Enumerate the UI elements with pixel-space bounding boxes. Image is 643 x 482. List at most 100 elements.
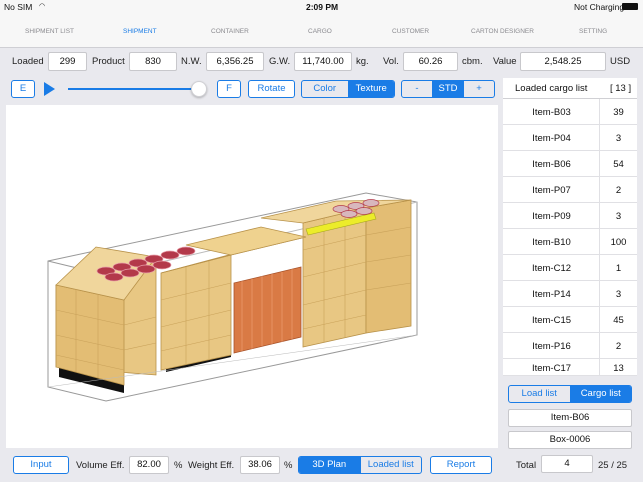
- loaded-field: 299: [48, 52, 87, 71]
- tab-setting[interactable]: SETTING: [579, 28, 607, 35]
- f-button[interactable]: F: [217, 80, 241, 98]
- total-field: 4: [541, 455, 593, 473]
- page-indicator: 25 / 25: [598, 460, 628, 471]
- play-icon[interactable]: [44, 82, 55, 96]
- cargo-qty: 45: [613, 315, 624, 326]
- input-button[interactable]: Input: [13, 456, 69, 474]
- tab-carton-designer[interactable]: CARTON DESIGNER: [471, 28, 534, 35]
- cargo-row[interactable]: Item-P07 2: [503, 177, 637, 203]
- status-bar: No SIM ◠ 2:09 PM Not Charging: [0, 0, 643, 14]
- cargo-name: Item-C17: [531, 363, 572, 374]
- color-texture-toggle: Color Texture: [301, 80, 395, 98]
- cargo-qty: 13: [613, 363, 624, 374]
- gw-field: 11,740.00: [294, 52, 352, 71]
- cargo-panel-title: Loaded cargo list: [515, 83, 588, 94]
- carrier: No SIM: [4, 2, 33, 12]
- zoom-control: - STD +: [401, 80, 495, 98]
- value-label: Value: [493, 56, 517, 67]
- cargo-qty: 39: [613, 107, 624, 118]
- cargo-name: Item-P04: [532, 133, 571, 144]
- cargo-list-option[interactable]: Cargo list: [569, 386, 631, 402]
- clock: 2:09 PM: [306, 2, 339, 12]
- top-tab-bar: SHIPMENT LIST SHIPMENT CONTAINER CARGO C…: [0, 14, 643, 48]
- battery-status: Not Charging: [574, 2, 625, 12]
- cargo-row[interactable]: Item-P14 3: [503, 281, 637, 307]
- cargo-name: Item-P09: [532, 211, 571, 222]
- container-3d-view[interactable]: [6, 105, 498, 448]
- list-toggle: Load list Cargo list: [508, 385, 632, 403]
- weight-eff-field: 38.06: [240, 456, 280, 474]
- cargo-name: Item-P07: [532, 185, 571, 196]
- load-list-option[interactable]: Load list: [509, 386, 570, 402]
- rotate-button[interactable]: Rotate: [248, 80, 295, 98]
- cargo-qty: 2: [615, 185, 622, 196]
- tab-cargo[interactable]: CARGO: [308, 28, 332, 35]
- value-field: 2,548.25: [520, 52, 606, 71]
- cargo-name: Item-B06: [532, 159, 571, 170]
- texture-option[interactable]: Texture: [347, 81, 394, 97]
- wifi-icon: ◠: [39, 3, 46, 10]
- cargo-row[interactable]: Item-C12 1: [503, 255, 637, 281]
- total-label: Total: [516, 460, 537, 471]
- cargo-name: Item-B10: [532, 237, 571, 248]
- cargo-row[interactable]: Item-B03 39: [503, 99, 637, 125]
- cargo-row[interactable]: Item-P16 2: [503, 333, 637, 359]
- slider-knob[interactable]: [191, 81, 207, 97]
- loaded-cargo-panel: Loaded cargo list [ 13 ] Item-B03 39 Item…: [503, 78, 637, 376]
- std-button[interactable]: STD: [432, 81, 463, 97]
- cargo-name: Item-B03: [532, 107, 571, 118]
- cargo-panel-header: Loaded cargo list [ 13 ]: [503, 78, 637, 99]
- product-label: Product: [92, 56, 125, 67]
- vol-field: 60.26: [403, 52, 458, 71]
- vol-label: Vol.: [383, 56, 399, 67]
- cargo-name: Item-C12: [531, 263, 572, 274]
- tab-container[interactable]: CONTAINER: [211, 28, 249, 35]
- cargo-qty: 2: [615, 341, 622, 352]
- selected-box-field: Box-0006: [508, 431, 632, 449]
- nw-label: N.W.: [181, 56, 202, 67]
- e-button[interactable]: E: [11, 80, 35, 98]
- gw-unit: kg.: [356, 56, 369, 67]
- color-option[interactable]: Color: [302, 81, 348, 97]
- zoom-in-button[interactable]: +: [463, 81, 494, 97]
- cargo-row[interactable]: Item-B06 54: [503, 151, 637, 177]
- cargo-name: Item-P14: [532, 289, 571, 300]
- cargo-row[interactable]: Item-C15 45: [503, 307, 637, 333]
- tab-shipment[interactable]: SHIPMENT: [123, 28, 157, 35]
- cargo-qty: 54: [613, 159, 624, 170]
- product-field: 830: [129, 52, 177, 71]
- view-toggle: 3D Plan Loaded list: [298, 456, 422, 474]
- report-button[interactable]: Report: [430, 456, 492, 474]
- zoom-out-button[interactable]: -: [402, 81, 432, 97]
- nw-field: 6,356.25: [206, 52, 264, 71]
- cargo-row[interactable]: Item-P09 3: [503, 203, 637, 229]
- summary-bar: Loaded 299 Product 830 N.W. 6,356.25 G.W…: [0, 50, 643, 74]
- cargo-qty: 3: [615, 211, 622, 222]
- 3d-plan-option[interactable]: 3D Plan: [299, 457, 360, 473]
- container-3d-illustration: [47, 192, 418, 402]
- cargo-row[interactable]: Item-C17 13: [503, 359, 637, 376]
- tab-customer[interactable]: CUSTOMER: [392, 28, 429, 35]
- tab-shipment-list[interactable]: SHIPMENT LIST: [25, 28, 74, 35]
- cargo-row[interactable]: Item-B10 100: [503, 229, 637, 255]
- weight-eff-label: Weight Eff.: [188, 460, 235, 471]
- value-unit: USD: [610, 56, 631, 67]
- vol-unit: cbm.: [462, 56, 483, 67]
- selected-item-field: Item-B06: [508, 409, 632, 427]
- gw-label: G.W.: [269, 56, 291, 67]
- cargo-name: Item-C15: [531, 315, 572, 326]
- volume-eff-label: Volume Eff.: [76, 460, 125, 471]
- cargo-row[interactable]: Item-P04 3: [503, 125, 637, 151]
- volume-eff-field: 82.00: [129, 456, 169, 474]
- cargo-qty: 3: [615, 133, 622, 144]
- battery-icon: [622, 3, 638, 10]
- cargo-qty: 3: [615, 289, 622, 300]
- loaded-label: Loaded: [12, 56, 44, 67]
- loaded-list-option[interactable]: Loaded list: [359, 457, 422, 473]
- animation-slider[interactable]: [68, 88, 201, 90]
- volume-eff-unit: %: [174, 460, 183, 471]
- cargo-qty: 100: [610, 237, 627, 248]
- weight-eff-unit: %: [284, 460, 293, 471]
- cargo-name: Item-P16: [532, 341, 571, 352]
- cargo-count: [ 13 ]: [610, 83, 632, 94]
